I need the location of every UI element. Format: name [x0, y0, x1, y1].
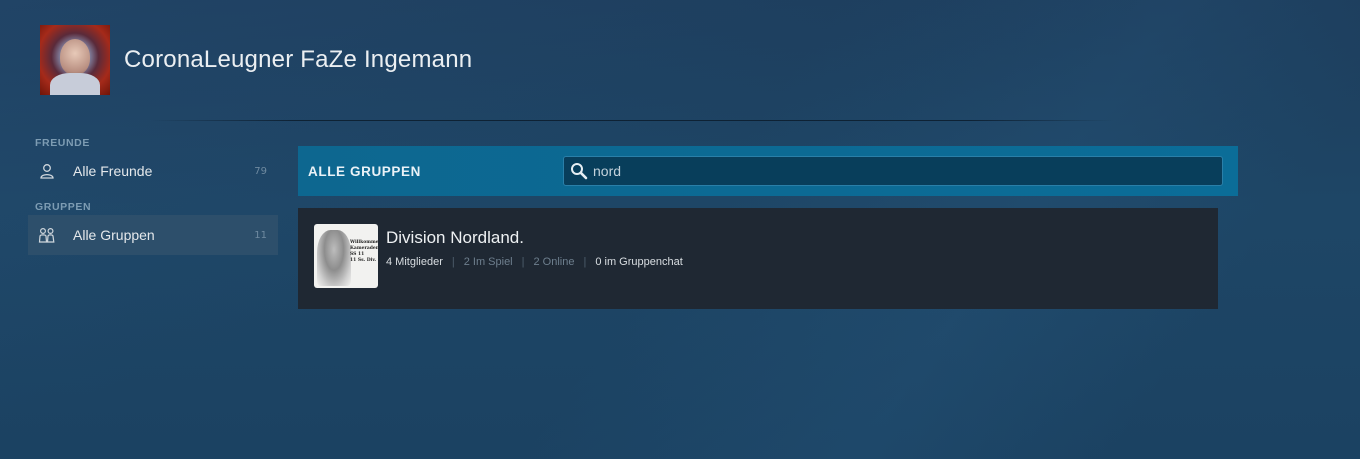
sidebar-item-label: Alle Gruppen	[73, 227, 155, 243]
section-title-friends: FREUNDE	[35, 137, 90, 149]
avatar-shirt	[50, 73, 100, 95]
group-icon	[38, 226, 56, 244]
group-avatar-text: Willkommen Kameraden! SS 11 11 Ss. Div.	[350, 240, 378, 263]
sidebar-item-all-friends[interactable]: Alle Freunde 79	[28, 151, 278, 191]
stats-separator: |	[451, 256, 455, 268]
avatar-face	[60, 39, 90, 75]
avatar[interactable]	[40, 25, 110, 95]
sidebar-item-label: Alle Freunde	[73, 163, 153, 179]
search-icon	[570, 162, 588, 180]
stats-separator: |	[521, 256, 525, 268]
sidebar-item-all-groups[interactable]: Alle Gruppen 11	[28, 215, 278, 255]
group-in-game-count: 2 Im Spiel	[463, 256, 513, 268]
group-result-card[interactable]: Willkommen Kameraden! SS 11 11 Ss. Div. …	[298, 208, 1218, 309]
panel-title: ALLE GRUPPEN	[308, 164, 421, 179]
person-icon	[38, 162, 56, 180]
section-title-groups: GRUPPEN	[35, 201, 92, 213]
group-stats: 4 Mitglieder | 2 Im Spiel | 2 Online | 0…	[386, 256, 683, 268]
group-online-count: 2 Online	[533, 256, 575, 268]
header-divider	[150, 120, 1115, 121]
group-avatar-sketch	[317, 230, 351, 286]
groups-search-bar: ALLE GRUPPEN	[298, 146, 1238, 196]
group-avatar[interactable]: Willkommen Kameraden! SS 11 11 Ss. Div.	[314, 224, 378, 288]
search-input[interactable]	[593, 163, 1193, 179]
sidebar-item-count: 11	[254, 229, 267, 241]
sidebar: FREUNDE Alle Freunde 79 GRUPPEN Alle Gru…	[28, 136, 278, 255]
stats-separator: |	[583, 256, 587, 268]
group-name[interactable]: Division Nordland.	[386, 228, 524, 248]
group-chat-count: 0 im Gruppenchat	[595, 256, 683, 268]
group-members-count: 4 Mitglieder	[386, 256, 443, 268]
sidebar-item-count: 79	[254, 165, 267, 177]
search-box[interactable]	[563, 156, 1223, 186]
profile-header: CoronaLeugner FaZe Ingemann	[40, 25, 472, 95]
username[interactable]: CoronaLeugner FaZe Ingemann	[124, 46, 472, 74]
